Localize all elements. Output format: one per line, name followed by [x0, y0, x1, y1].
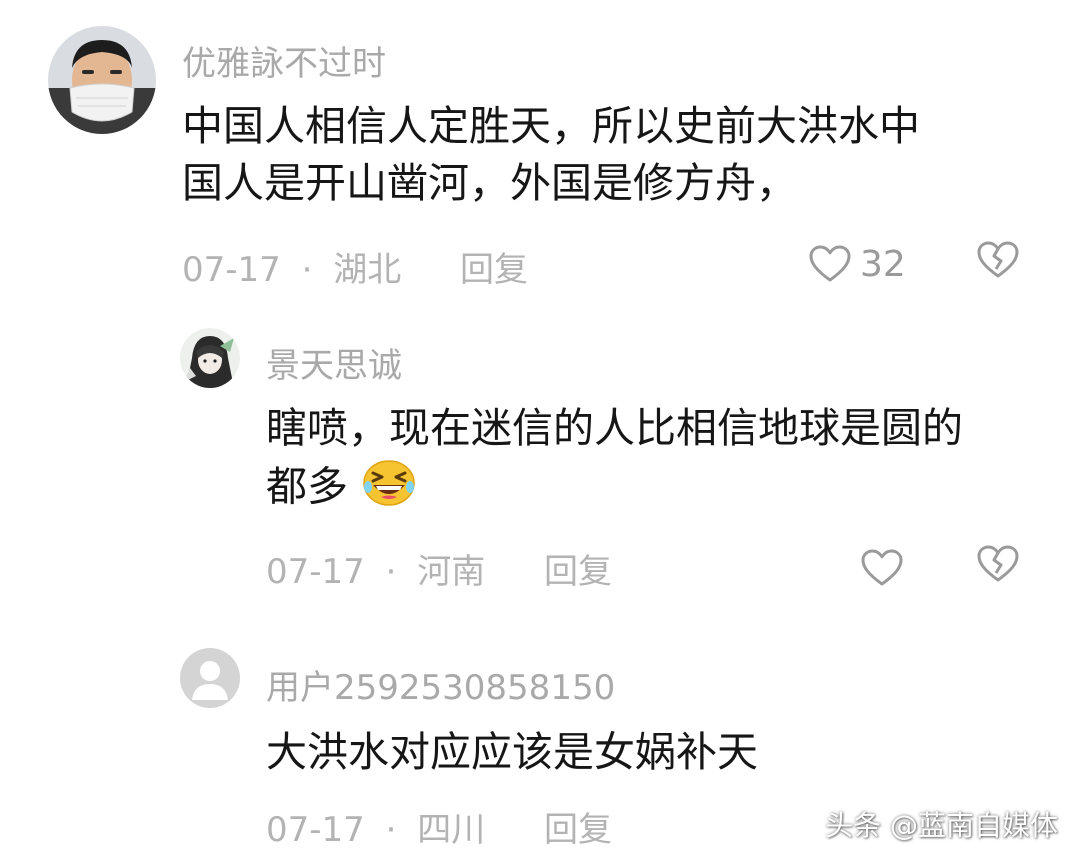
- anime-character-avatar-icon[interactable]: [180, 328, 240, 388]
- comment-date: 07-17: [266, 810, 365, 850]
- comment-line: 瞎喷，现在迷信的人比相信地球是圆的: [266, 404, 963, 452]
- like-button[interactable]: [860, 544, 904, 592]
- meta-separator: ·: [385, 552, 397, 592]
- comment-location: 四川: [417, 810, 486, 850]
- comment-item: 优雅詠不过时 中国人相信人定胜天，所以史前大洪水中 国人是开山凿河，外国是修方舟…: [0, 0, 1080, 300]
- like-button[interactable]: 32: [808, 240, 906, 288]
- dislike-button[interactable]: [976, 240, 1020, 284]
- default-user-avatar-icon[interactable]: [180, 648, 240, 708]
- username[interactable]: 用户2592530858150: [266, 660, 615, 709]
- reply-button[interactable]: 回复: [460, 250, 528, 290]
- comment-date: 07-17: [182, 250, 281, 290]
- comment-line: 大洪水对应应该是女娲补天: [266, 728, 758, 776]
- comment-meta: 07-17 · 河南 回复: [266, 544, 612, 593]
- username[interactable]: 景天思诚: [266, 338, 402, 387]
- watermark: 头条 @蓝南自媒体: [825, 809, 1058, 842]
- broken-heart-icon: [976, 544, 1020, 584]
- comment-line: 都多: [266, 457, 1046, 522]
- broken-heart-icon: [976, 240, 1020, 280]
- comment-text: 中国人相信人定胜天，所以史前大洪水中 国人是开山凿河，外国是修方舟，: [182, 98, 1042, 213]
- comment-text: 瞎喷，现在迷信的人比相信地球是圆的 都多: [266, 400, 1046, 523]
- laughing-face-emoji-icon: [361, 457, 417, 522]
- heart-icon: [860, 548, 904, 588]
- dislike-button[interactable]: [976, 544, 1020, 588]
- meta-separator: ·: [385, 810, 397, 850]
- comment-location: 河南: [417, 552, 486, 592]
- masked-man-avatar-icon[interactable]: [48, 26, 156, 134]
- comment-meta: 07-17 · 湖北 回复: [182, 242, 528, 291]
- reply-item: 景天思诚 瞎喷，现在迷信的人比相信地球是圆的 都多 07-17 · 河南 回复: [0, 310, 1080, 610]
- comment-meta: 07-17 · 四川 回复: [266, 802, 612, 851]
- comment-line: 国人是开山凿河，外国是修方舟，: [182, 159, 797, 208]
- comment-line-text: 都多: [266, 463, 348, 512]
- like-count: 32: [860, 243, 906, 285]
- comment-line: 中国人相信人定胜天，所以史前大洪水中: [182, 102, 920, 150]
- reply-button[interactable]: 回复: [544, 552, 612, 592]
- comment-thread: 优雅詠不过时 中国人相信人定胜天，所以史前大洪水中 国人是开山凿河，外国是修方舟…: [0, 0, 1080, 860]
- comment-text: 大洪水对应应该是女娲补天: [266, 724, 1046, 781]
- comment-date: 07-17: [266, 552, 365, 592]
- comment-location: 湖北: [333, 250, 402, 290]
- heart-icon: [808, 244, 852, 284]
- username[interactable]: 优雅詠不过时: [182, 36, 386, 85]
- reply-button[interactable]: 回复: [544, 810, 612, 850]
- meta-separator: ·: [301, 250, 313, 290]
